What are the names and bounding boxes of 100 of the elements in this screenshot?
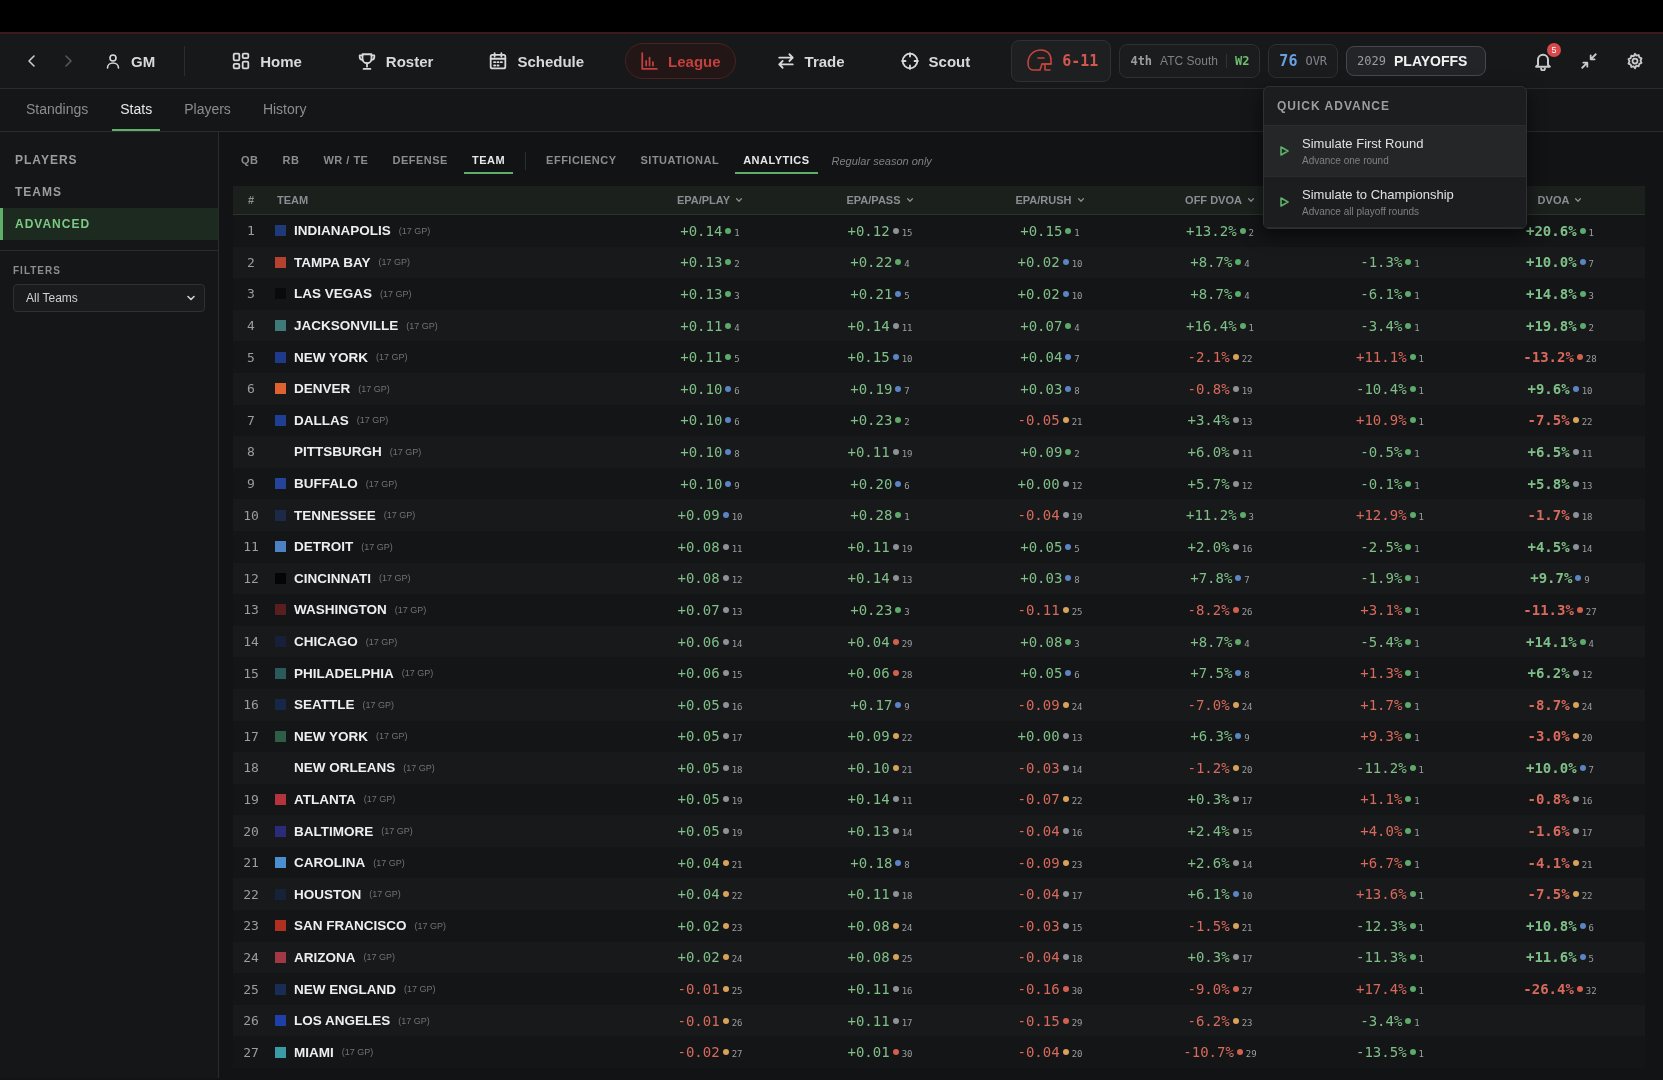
table-row[interactable]: 16 SEATTLE (17 GP) +0.05 16 +0.17 9 -0.09 24 -7.0% 24 +1.7% 1 -8.7% 24 <box>233 688 1645 721</box>
games-played: (17 GP) <box>358 383 390 394</box>
sidebar-item[interactable]: PLAYERS <box>0 144 218 176</box>
table-row[interactable]: 12 CINCINNATI (17 GP) +0.08 12 +0.14 13 +0.03 8 +7.8% 7 -1.9% 1 +9.7% 9 <box>233 562 1645 595</box>
column-header[interactable]: EPA/PLAY <box>676 194 731 206</box>
league-rank: 28 <box>1585 354 1597 365</box>
season-dropdown[interactable]: 2029 PLAYOFFS <box>1346 46 1487 76</box>
menu-item[interactable]: Simulate First Round Advance one round <box>1264 126 1526 177</box>
table-row[interactable]: 4 JACKSONVILLE (17 GP) +0.11 4 +0.14 11 +0.07 4 +16.4% 1 -3.4% 1 +19.8% 2 <box>233 309 1645 342</box>
league-rank: 1 <box>1588 227 1594 238</box>
league-rank: 6 <box>734 385 740 396</box>
stat-value: +0.03 <box>1020 380 1063 397</box>
column-header[interactable]: DVOA <box>1537 194 1570 206</box>
stat-value: +0.11 <box>847 981 890 998</box>
menu-item[interactable]: Simulate to Championship Advance all playoff rounds <box>1264 177 1526 228</box>
stat-value: -7.5% <box>1527 412 1570 429</box>
nav-tab[interactable]: Scout <box>885 43 986 79</box>
league-rank: 1 <box>1414 670 1420 681</box>
stat-value: +0.23 <box>850 601 893 618</box>
table-row[interactable]: 18 NEW ORLEANS (17 GP) +0.05 18 +0.10 21 -0.03 14 -1.2% 20 -11.2% 1 +10.0% 7 <box>233 752 1645 784</box>
select-value: All Teams <box>26 291 78 305</box>
table-row[interactable]: 26 LOS ANGELES (17 GP) -0.01 26 +0.11 17 -0.15 29 -6.2% 23 -3.4% 1 <box>233 1004 1645 1037</box>
stat-value: +0.02 <box>1017 286 1060 302</box>
table-row[interactable]: 6 DENVER (17 GP) +0.10 6 +0.19 7 +0.03 8 -0.8% 19 -10.4% 1 +9.6% 10 <box>233 372 1645 405</box>
stat-value: +0.06 <box>677 665 720 682</box>
stat-value: +0.22 <box>850 254 893 271</box>
nav-tab[interactable]: Roster <box>342 43 449 79</box>
column-header[interactable]: EPA/RUSH <box>1015 194 1072 206</box>
stat-value: +0.08 <box>1020 633 1063 650</box>
position-tab[interactable]: QB <box>233 148 267 174</box>
stat-value: -26.4% <box>1523 981 1574 998</box>
table-row[interactable]: 8 PITTSBURGH (17 GP) +0.10 8 +0.11 19 +0.09 2 +6.0% 11 -0.5% 1 +6.5% 11 <box>233 436 1645 468</box>
team-name: SEATTLE <box>294 697 355 713</box>
profile-button[interactable]: GM <box>90 43 171 79</box>
league-rank: 7 <box>1074 354 1080 365</box>
team-name: SAN FRANCISCO <box>294 918 407 934</box>
league-rank: 1 <box>1414 1017 1420 1028</box>
team-filter-select[interactable]: All Teams <box>13 284 205 312</box>
swap-arrows-icon <box>776 52 795 70</box>
team-name: PITTSBURGH <box>294 444 382 460</box>
stat-value: +2.4% <box>1187 823 1230 840</box>
filters-label: FILTERS <box>12 265 62 278</box>
stat-value: +0.05 <box>677 728 720 745</box>
view-tab[interactable]: ANALYTICS <box>735 148 818 174</box>
league-rank: 18 <box>731 764 743 775</box>
league-rank: 12 <box>1241 480 1253 491</box>
league-rank: 20 <box>1071 1049 1083 1060</box>
league-rank: 18 <box>1071 954 1083 965</box>
view-tab[interactable]: SITUATIONAL <box>632 148 728 174</box>
stat-value: +11.6% <box>1526 949 1577 966</box>
section-tab[interactable]: History <box>254 89 315 131</box>
stat-value: -13.5% <box>1356 1044 1407 1061</box>
league-rank: 16 <box>901 986 913 997</box>
position-tab[interactable]: RB <box>274 148 308 174</box>
stat-value: +0.15 <box>847 349 890 366</box>
table-row[interactable]: 14 CHICAGO (17 GP) +0.06 14 +0.04 29 +0.08 3 +8.7% 4 -5.4% 1 +14.1% 4 <box>233 625 1645 658</box>
sidebar-item[interactable]: TEAMS <box>0 176 218 208</box>
position-tab[interactable]: WR / TE <box>315 148 377 174</box>
menu-item-title: Simulate to Championship <box>1302 187 1454 202</box>
section-tab[interactable]: Standings <box>18 89 97 131</box>
team-record-chip[interactable]: 6-11 <box>1011 40 1112 82</box>
stat-value: +0.09 <box>1020 443 1063 460</box>
stat-value: -1.7% <box>1527 507 1570 524</box>
position-tab[interactable]: DEFENSE <box>384 148 456 174</box>
league-rank: 4 <box>1074 322 1080 333</box>
position-tab[interactable]: TEAM <box>463 148 514 174</box>
table-row[interactable]: 10 TENNESSEE (17 GP) +0.09 10 +0.28 1 -0.04 19 +11.2% 3 +12.9% 1 -1.7% 18 <box>233 499 1645 531</box>
crosshair-icon <box>900 52 919 70</box>
league-rank: 14 <box>1581 543 1593 554</box>
view-tab[interactable]: EFFICIENCY <box>538 148 625 174</box>
column-header[interactable]: EPA/PASS <box>846 194 901 206</box>
games-played: (17 GP) <box>398 225 431 236</box>
table-row[interactable]: 20 BALTIMORE (17 GP) +0.05 19 +0.13 14 -0.04 16 +2.4% 15 +4.0% 1 -1.6% 17 <box>233 815 1645 847</box>
league-rank: 30 <box>901 1049 913 1060</box>
table-row[interactable]: 2 TAMPA BAY (17 GP) +0.13 2 +0.22 4 +0.02 10 +8.7% 4 -1.3% 1 +10.0% 7 <box>233 246 1645 279</box>
table-row[interactable]: 22 HOUSTON (17 GP) +0.04 22 +0.11 18 -0.04 17 +6.1% 10 +13.6% 1 -7.5% 22 <box>233 878 1645 911</box>
league-rank: 20 <box>1581 733 1593 744</box>
league-rank: 20 <box>1241 764 1253 775</box>
table-row[interactable]: 24 ARIZONA (17 GP) +0.02 24 +0.08 25 -0.04 18 +0.3% 17 -11.3% 1 +11.6% 5 <box>233 941 1645 974</box>
league-rank: 6 <box>1588 922 1594 933</box>
stat-value: +0.08 <box>677 570 720 587</box>
stat-value: +0.13 <box>680 286 723 302</box>
nav-tab[interactable]: Home <box>217 43 317 79</box>
sidebar-item[interactable]: ADVANCED <box>0 208 218 240</box>
bell-icon <box>1533 51 1553 71</box>
games-played: (17 GP) <box>365 636 398 647</box>
stat-value: +0.11 <box>847 443 890 460</box>
stat-value: -1.5% <box>1187 917 1230 934</box>
play-icon <box>1278 196 1290 208</box>
team-name: HOUSTON <box>294 886 362 902</box>
stat-value: +6.2% <box>1527 665 1570 682</box>
league-rank: 1 <box>1414 259 1420 270</box>
rank-cell-text: 21 <box>242 855 260 871</box>
column-header[interactable]: OFF DVOA <box>1185 194 1242 206</box>
nav-tab[interactable]: Schedule <box>474 43 600 79</box>
league-rank: 21 <box>1581 859 1593 870</box>
section-tab[interactable]: Players <box>176 89 239 131</box>
stat-value: +0.10 <box>847 759 890 776</box>
nav-tab[interactable]: Trade <box>761 43 860 79</box>
stat-value: +5.7% <box>1187 475 1230 492</box>
